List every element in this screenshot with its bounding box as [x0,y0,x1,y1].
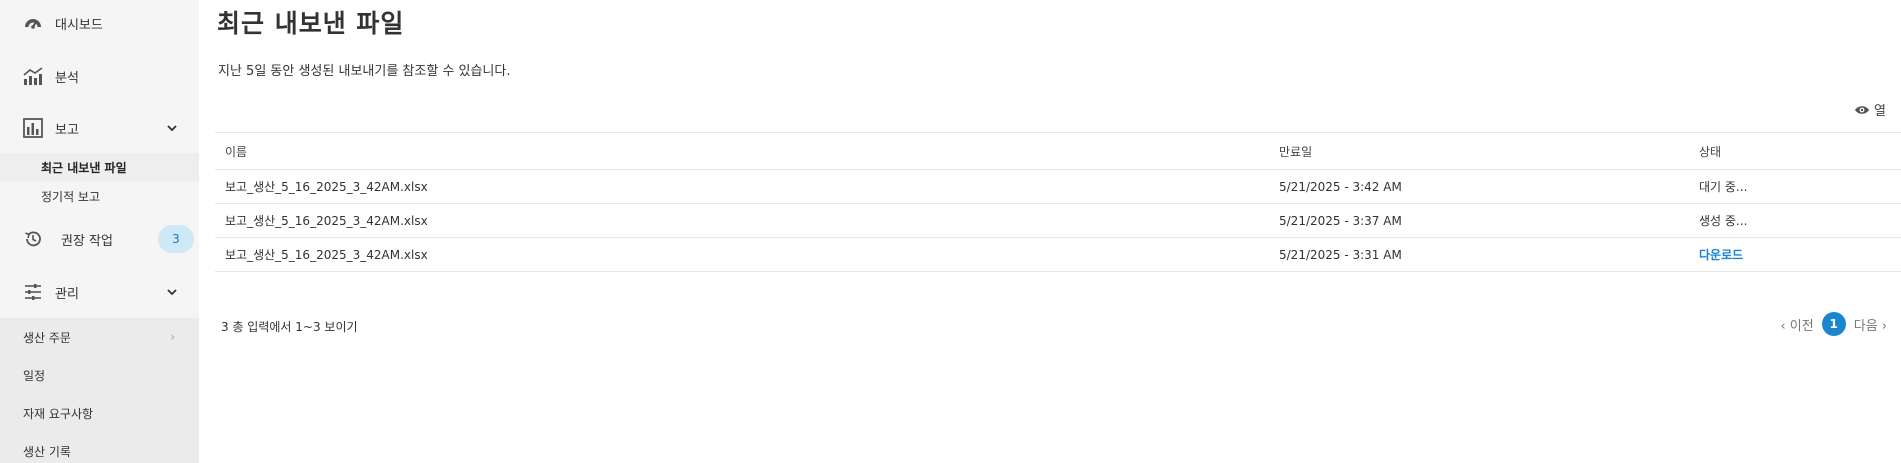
file-name-cell: 보고_생산_5_16_2025_3_42AM.xlsx [215,203,1269,238]
table-header-row: 이름 만료일 상태 [215,132,1901,170]
sidebar-subitem-production-orders[interactable]: 생산 주문 › [0,318,199,356]
sidebar-item-reports[interactable]: 보고 [0,106,199,150]
page-subtitle: 지난 5일 동안 생성된 내보내기를 참조할 수 있습니다. [218,64,511,79]
expires-cell: 5/21/2025 - 3:31 AM [1269,237,1689,272]
sidebar-item-label: 관리 [55,286,79,302]
next-page-button[interactable]: 다음 › [1854,315,1887,334]
columns-toggle-label: 열 [1874,104,1886,119]
expires-cell: 5/21/2025 - 3:42 AM [1269,169,1689,204]
sidebar-subitem-label: 일정 [23,368,46,383]
file-name-cell: 보고_생산_5_16_2025_3_42AM.xlsx [215,169,1269,204]
sidebar: 대시보드 분석 보고 최근 내보낸 파일 정기적 보고 권장 작업 3 관리 생… [0,0,199,463]
table-row: 보고_생산_5_16_2025_3_42AM.xlsx 5/21/2025 - … [215,203,1901,238]
sidebar-subitem-schedule[interactable]: 일정 [0,356,199,394]
sidebar-item-analytics[interactable]: 분석 [0,54,199,98]
pagination-summary: 3 총 입력에서 1~3 보이기 [221,320,358,334]
eye-icon [1854,104,1870,116]
sidebar-subitem-label: 자재 요구사항 [23,406,94,421]
columns-toggle-button[interactable]: 열 [1854,100,1886,119]
page-title: 최근 내보낸 파일 [217,9,405,38]
table-row: 보고_생산_5_16_2025_3_42AM.xlsx 5/21/2025 - … [215,169,1901,204]
pagination: ‹ 이전 1 다음 › [1780,312,1887,336]
sidebar-item-label: 권장 작업 [61,233,113,249]
column-header-expires[interactable]: 만료일 [1269,132,1689,170]
sidebar-item-dashboard[interactable]: 대시보드 [0,1,199,45]
sidebar-subitem-label: 정기적 보고 [41,189,101,204]
sidebar-item-label: 대시보드 [55,17,103,33]
page-number-button[interactable]: 1 [1821,312,1846,336]
sidebar-subitem-label: 생산 기록 [23,444,71,459]
sidebar-item-recommended[interactable]: 권장 작업 3 [0,217,199,261]
status-cell: 다운로드 [1689,237,1901,272]
sliders-icon [21,280,45,304]
app-root: 대시보드 분석 보고 최근 내보낸 파일 정기적 보고 권장 작업 3 관리 생… [0,0,1901,463]
notification-badge: 3 [158,225,194,253]
table-row: 보고_생산_5_16_2025_3_42AM.xlsx 5/21/2025 - … [215,237,1901,272]
chevron-right-icon: › [170,330,175,344]
history-icon [21,227,45,251]
sidebar-subitem-scheduled-reports[interactable]: 정기적 보고 [0,182,199,210]
chevron-down-icon [165,285,179,299]
sidebar-subitem-label: 생산 주문 [23,330,71,345]
manage-submenu: 생산 주문 › 일정 자재 요구사항 생산 기록 [0,318,199,463]
column-header-name[interactable]: 이름 [215,132,1269,170]
sidebar-item-manage[interactable]: 관리 [0,270,199,314]
prev-page-button[interactable]: ‹ 이전 [1780,315,1813,334]
status-cell: 생성 중... [1689,203,1901,238]
sidebar-subitem-label: 최근 내보낸 파일 [41,160,127,175]
exports-table: 이름 만료일 상태 보고_생산_5_16_2025_3_42AM.xlsx 5/… [215,132,1901,272]
line-chart-icon [21,64,45,88]
status-cell: 대기 중... [1689,169,1901,204]
chevron-down-icon [165,121,179,135]
download-link[interactable]: 다운로드 [1699,248,1743,262]
gauge-icon [21,11,45,35]
sidebar-item-label: 분석 [55,70,79,86]
sidebar-item-label: 보고 [55,122,79,138]
sidebar-subitem-material-requirements[interactable]: 자재 요구사항 [0,394,199,432]
expires-cell: 5/21/2025 - 3:37 AM [1269,203,1689,238]
sidebar-subitem-recent-exports[interactable]: 최근 내보낸 파일 [0,153,199,181]
file-name-cell: 보고_생산_5_16_2025_3_42AM.xlsx [215,237,1269,272]
column-header-status[interactable]: 상태 [1689,132,1901,170]
main-content: 최근 내보낸 파일 지난 5일 동안 생성된 내보내기를 참조할 수 있습니다.… [199,0,1901,463]
bar-chart-icon [21,116,45,140]
sidebar-subitem-production-log[interactable]: 생산 기록 [0,432,199,463]
